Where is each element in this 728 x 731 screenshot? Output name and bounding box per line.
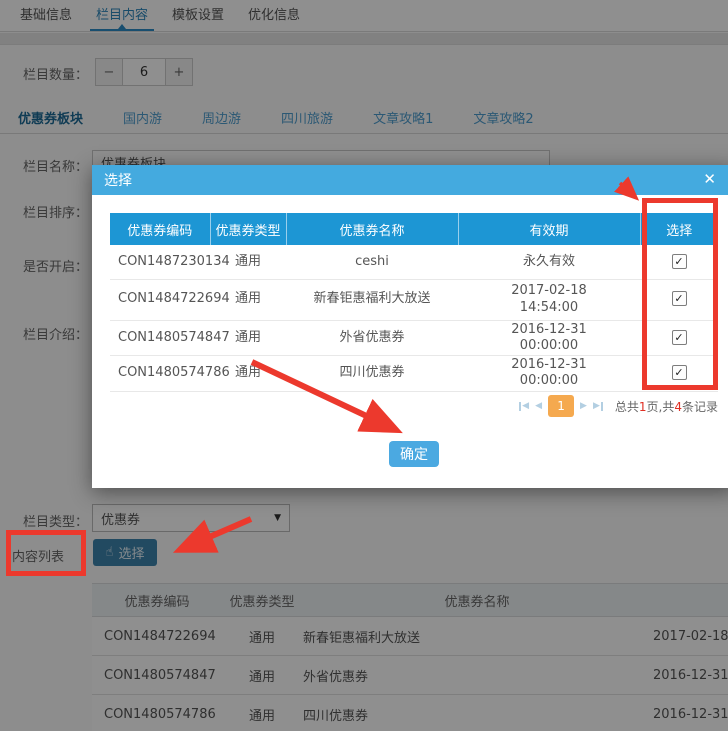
page-number-badge[interactable]: 1 (548, 395, 574, 417)
table-row: CON1480574847 通用 外省优惠券 2016-12-31 00:00:… (110, 320, 718, 356)
total-records: 4 (674, 400, 682, 414)
cell-name: ceshi (286, 245, 458, 279)
col-validity: 有效期 (458, 213, 640, 245)
cell-validity: 永久有效 (458, 245, 640, 279)
pagination-summary: 总共1页,共4条记录 (615, 398, 718, 415)
cell-select: ✓ (640, 279, 718, 320)
col-coupon-code: 优惠券编码 (110, 213, 210, 245)
modal-header: 选择 ✕ (92, 165, 728, 195)
cell-name: 外省优惠券 (286, 320, 458, 356)
col-coupon-name: 优惠券名称 (286, 213, 458, 245)
first-page-icon[interactable]: ◀ (519, 401, 529, 411)
total-pages: 1 (639, 400, 647, 414)
table-row: CON1480574786 通用 四川优惠券 2016-12-31 00:00:… (110, 356, 718, 392)
row-checkbox[interactable]: ✓ (672, 365, 687, 380)
cell-code: CON1484722694 (110, 279, 210, 320)
cell-validity: 2017-02-18 14:54:00 (458, 279, 640, 320)
cell-code: CON1480574786 (110, 356, 210, 392)
cell-validity: 2016-12-31 00:00:00 (458, 356, 640, 392)
cell-code: CON1480574847 (110, 320, 210, 356)
table-row: CON1484722694 通用 新春钜惠福利大放送 2017-02-18 14… (110, 279, 718, 320)
col-select: 选择 (640, 213, 718, 245)
table-row: CON1487230134 通用 ceshi 永久有效 ✓ (110, 245, 718, 279)
cell-validity: 2016-12-31 00:00:00 (458, 320, 640, 356)
coupon-select-table: 优惠券编码 优惠券类型 优惠券名称 有效期 选择 CON1487230134 通… (110, 213, 718, 392)
cell-select: ✓ (640, 320, 718, 356)
last-page-icon[interactable]: ▶ (593, 401, 603, 411)
table-header-row: 优惠券编码 优惠券类型 优惠券名称 有效期 选择 (110, 213, 718, 245)
next-page-icon[interactable]: ▶ (580, 401, 587, 411)
select-modal: 选择 ✕ 优惠券编码 优惠券类型 优惠券名称 有效期 选择 CON1487230… (92, 165, 728, 488)
cell-select: ✓ (640, 245, 718, 279)
page: 基础信息 栏目内容 模板设置 优化信息 栏目数量： − 6 + 优惠券板块 国内… (0, 0, 728, 731)
row-checkbox[interactable]: ✓ (672, 330, 687, 345)
col-coupon-type: 优惠券类型 (210, 213, 286, 245)
cell-name: 四川优惠券 (286, 356, 458, 392)
row-checkbox[interactable]: ✓ (672, 291, 687, 306)
prev-page-icon[interactable]: ◀ (535, 401, 542, 411)
confirm-button[interactable]: 确定 (389, 441, 439, 467)
cell-name: 新春钜惠福利大放送 (286, 279, 458, 320)
pagination: ◀ ◀ 1 ▶ ▶ 总共1页,共4条记录 (519, 395, 718, 417)
modal-title: 选择 (92, 170, 132, 190)
row-checkbox[interactable]: ✓ (672, 254, 687, 269)
cell-code: CON1487230134 (110, 245, 210, 279)
cell-select: ✓ (640, 356, 718, 392)
close-icon[interactable]: ✕ (703, 170, 716, 188)
